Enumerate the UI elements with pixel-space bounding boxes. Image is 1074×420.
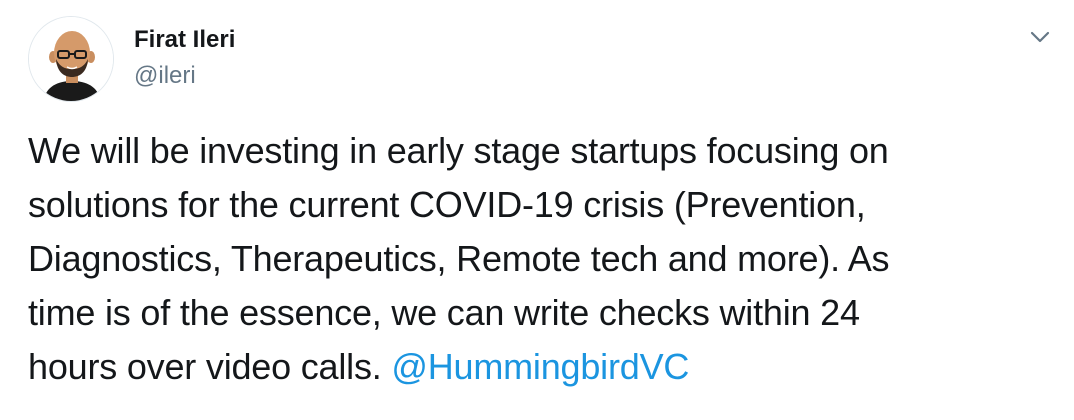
mention-link[interactable]: @HummingbirdVC	[391, 346, 689, 387]
tweet-card: Firat Ileri @ileri We will be investing …	[0, 0, 1074, 420]
tweet-text-last-line: hours over video calls. @HummingbirdVC	[28, 340, 1058, 394]
tweet-text: We will be investing in early stage star…	[28, 124, 1058, 394]
tweet-text-line: time is of the essence, we can write che…	[28, 292, 860, 333]
avatar-illustration	[29, 17, 113, 101]
tweet-text-line: solutions for the current COVID-19 crisi…	[28, 184, 866, 225]
tweet-text-line: We will be investing in early stage star…	[28, 130, 889, 171]
author-name[interactable]: Firat Ileri	[134, 26, 235, 54]
avatar[interactable]	[28, 16, 114, 102]
more-options-button[interactable]	[1022, 22, 1058, 52]
tweet-text-segment: hours over video calls.	[28, 346, 392, 387]
chevron-down-icon	[1030, 31, 1050, 43]
tweet-text-line: Diagnostics, Therapeutics, Remote tech a…	[28, 238, 890, 279]
author-handle[interactable]: @ileri	[134, 62, 196, 90]
